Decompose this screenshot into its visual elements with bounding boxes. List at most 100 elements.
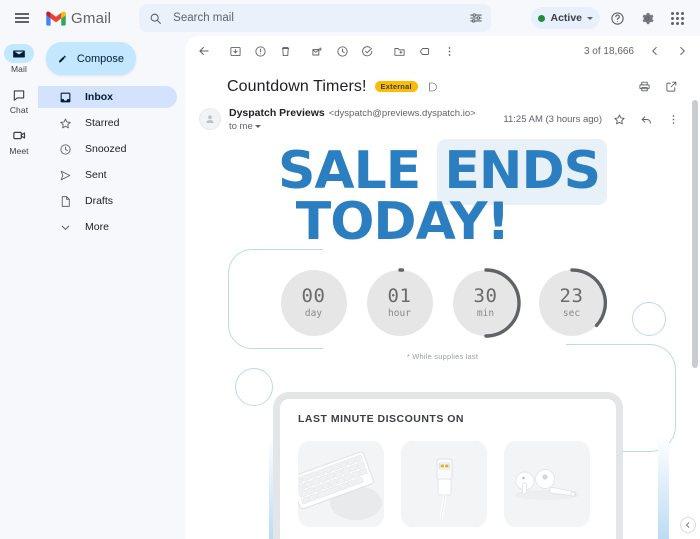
status-dot-icon xyxy=(538,14,546,22)
hero-line-2: TODAY! xyxy=(295,191,510,252)
discounts-card: LAST MINUTE DISCOUNTS ON xyxy=(273,392,623,539)
hero-banner: SALE ENDS TODAY! xyxy=(185,136,700,248)
sidebar-item-snoozed[interactable]: Snoozed xyxy=(46,138,177,160)
message-subject: Countdown Timers! xyxy=(227,77,367,95)
usb-cable-product-image xyxy=(401,441,487,527)
snooze-button[interactable] xyxy=(330,39,355,64)
rail-label-mail: Mail xyxy=(11,64,27,74)
vertical-scrollbar-thumb[interactable] xyxy=(692,100,698,368)
sidebar-label-inbox: Inbox xyxy=(85,91,113,103)
discounts-card-title: LAST MINUTE DISCOUNTS ON xyxy=(298,413,464,425)
sidebar-label-snoozed: Snoozed xyxy=(85,143,127,155)
pagination-count: 3 of 18,666 xyxy=(583,45,634,57)
report-spam-button[interactable] xyxy=(248,39,273,64)
add-to-tasks-button[interactable] xyxy=(355,39,380,64)
hamburger-menu-icon[interactable] xyxy=(8,4,36,32)
clock-icon xyxy=(58,142,72,156)
external-badge: External xyxy=(374,80,418,93)
compose-button[interactable]: Compose xyxy=(46,42,136,75)
top-bar-right-actions: Active xyxy=(531,5,694,31)
next-message-button[interactable] xyxy=(669,39,694,64)
delete-button[interactable] xyxy=(273,39,298,64)
deco-blue-bar-right xyxy=(658,436,669,539)
more-options-button[interactable] xyxy=(437,39,462,64)
sidebar-nav-list: Inbox Starred Snoozed Sent Drafts More xyxy=(38,86,185,238)
compose-label: Compose xyxy=(76,52,124,65)
sidebar-item-drafts[interactable]: Drafts xyxy=(46,190,177,212)
sidebar-label-sent: Sent xyxy=(85,169,107,181)
countdown-arc-sec xyxy=(569,268,607,328)
gmail-app-window: Gmail Active xyxy=(0,0,700,539)
message-more-button[interactable] xyxy=(661,107,686,132)
move-to-folder-button[interactable] xyxy=(387,39,412,64)
back-to-inbox-button[interactable] xyxy=(191,39,216,64)
countdown-timer-min: 30 min xyxy=(452,268,521,338)
help-icon[interactable] xyxy=(604,5,630,31)
dyspatch-label-icon[interactable] xyxy=(426,80,439,93)
message-timestamp: 11:25 AM (3 hours ago) xyxy=(503,114,602,125)
settings-gear-icon[interactable] xyxy=(634,5,660,31)
meet-camera-icon xyxy=(12,131,25,140)
sidebar-item-more[interactable]: More xyxy=(46,216,177,238)
draft-file-icon xyxy=(58,194,72,208)
subject-row: Countdown Timers! External xyxy=(185,66,700,99)
inbox-icon xyxy=(58,90,72,104)
print-button[interactable] xyxy=(632,74,657,99)
sender-row: Dyspatch Previews <dyspatch@previews.dys… xyxy=(185,99,700,132)
labels-button[interactable] xyxy=(412,39,437,64)
status-chip[interactable]: Active xyxy=(531,7,600,29)
person-avatar-icon xyxy=(206,115,214,123)
mail-icon xyxy=(13,50,25,57)
apps-grid-icon[interactable] xyxy=(664,5,690,31)
rail-item-mail[interactable]: Mail xyxy=(1,42,37,77)
search-icon xyxy=(149,12,162,25)
earbuds-product-image xyxy=(504,441,590,527)
rail-pill-mail xyxy=(4,44,34,63)
archive-button[interactable] xyxy=(223,39,248,64)
chevron-down-icon xyxy=(587,16,593,20)
sidebar-item-sent[interactable]: Sent xyxy=(46,164,177,186)
pagination-controls: 3 of 18,666 xyxy=(584,39,694,64)
status-label: Active xyxy=(550,12,582,24)
countdown-timers: 00 day 01 hour 30 min 23 sec xyxy=(185,268,700,338)
keyboard-illustration xyxy=(298,441,384,527)
product-list xyxy=(298,441,616,527)
recipient-line[interactable]: to me xyxy=(229,121,497,132)
rail-item-meet[interactable]: Meet xyxy=(1,124,37,159)
countdown-value-day: 00 xyxy=(301,285,326,308)
message-meta: 11:25 AM (3 hours ago) xyxy=(497,107,686,132)
gmail-brand-text: Gmail xyxy=(71,9,112,27)
keyboard-product-image xyxy=(298,441,384,527)
star-message-button[interactable] xyxy=(607,107,632,132)
search-filter-icon[interactable] xyxy=(469,11,483,25)
star-icon xyxy=(58,116,72,130)
app-rail: Mail Chat Meet xyxy=(0,36,38,539)
sidebar-label-drafts: Drafts xyxy=(85,195,114,207)
search-input[interactable] xyxy=(171,11,470,25)
email-html-body: SALE ENDS TODAY! 00 day 01 hour 30 min 2… xyxy=(185,136,700,539)
countdown-arc-hour xyxy=(397,268,404,272)
previous-message-button[interactable] xyxy=(642,39,667,64)
rail-item-chat[interactable]: Chat xyxy=(1,83,37,118)
gmail-logo-icon xyxy=(46,11,66,26)
chevron-down-icon xyxy=(254,125,261,128)
sender-avatar[interactable] xyxy=(199,108,221,130)
sidebar-item-starred[interactable]: Starred xyxy=(46,112,177,134)
open-in-new-window-button[interactable] xyxy=(659,74,684,99)
chevron-left-icon xyxy=(686,522,690,528)
search-bar[interactable] xyxy=(139,4,492,32)
sidebar-item-inbox[interactable]: Inbox xyxy=(38,86,177,108)
sender-line: Dyspatch Previews <dyspatch@previews.dys… xyxy=(229,107,497,119)
gmail-brand[interactable]: Gmail xyxy=(46,10,111,27)
reply-button[interactable] xyxy=(634,107,659,132)
sender-name: Dyspatch Previews xyxy=(229,107,325,119)
hamburger-bars xyxy=(15,14,29,22)
rail-label-meet: Meet xyxy=(9,146,29,156)
mark-unread-button[interactable] xyxy=(305,39,330,64)
reading-pane: 3 of 18,666 Countdown Timers! External D… xyxy=(185,36,700,539)
scroll-down-button[interactable] xyxy=(680,517,696,533)
countdown-timer-sec: 23 sec xyxy=(538,268,607,336)
sidebar: Compose Inbox Starred Snoozed Sent Draft… xyxy=(38,36,185,539)
recipient-text: to me xyxy=(229,121,253,132)
hero-line-1: SALE ENDS xyxy=(185,139,700,205)
